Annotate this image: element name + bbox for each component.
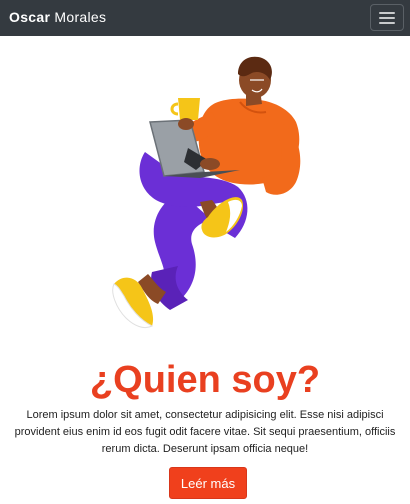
navbar: Oscar Morales <box>0 0 410 36</box>
navbar-toggle-button[interactable] <box>370 4 404 31</box>
read-more-button[interactable]: Leér más <box>169 467 247 499</box>
about-description: Lorem ipsum dolor sit amet, consectetur … <box>14 409 396 455</box>
brand-last-name: Morales <box>54 9 107 25</box>
about-title: ¿Quien soy? <box>89 359 321 401</box>
brand-first-name: Oscar <box>9 9 51 25</box>
hand-left <box>178 118 194 130</box>
coffee-cup <box>178 98 200 120</box>
coffee-cup-handle <box>170 102 179 116</box>
hero-illustration <box>112 56 301 329</box>
hand-right <box>200 158 220 170</box>
brand-logo[interactable]: Oscar Morales <box>9 9 106 25</box>
